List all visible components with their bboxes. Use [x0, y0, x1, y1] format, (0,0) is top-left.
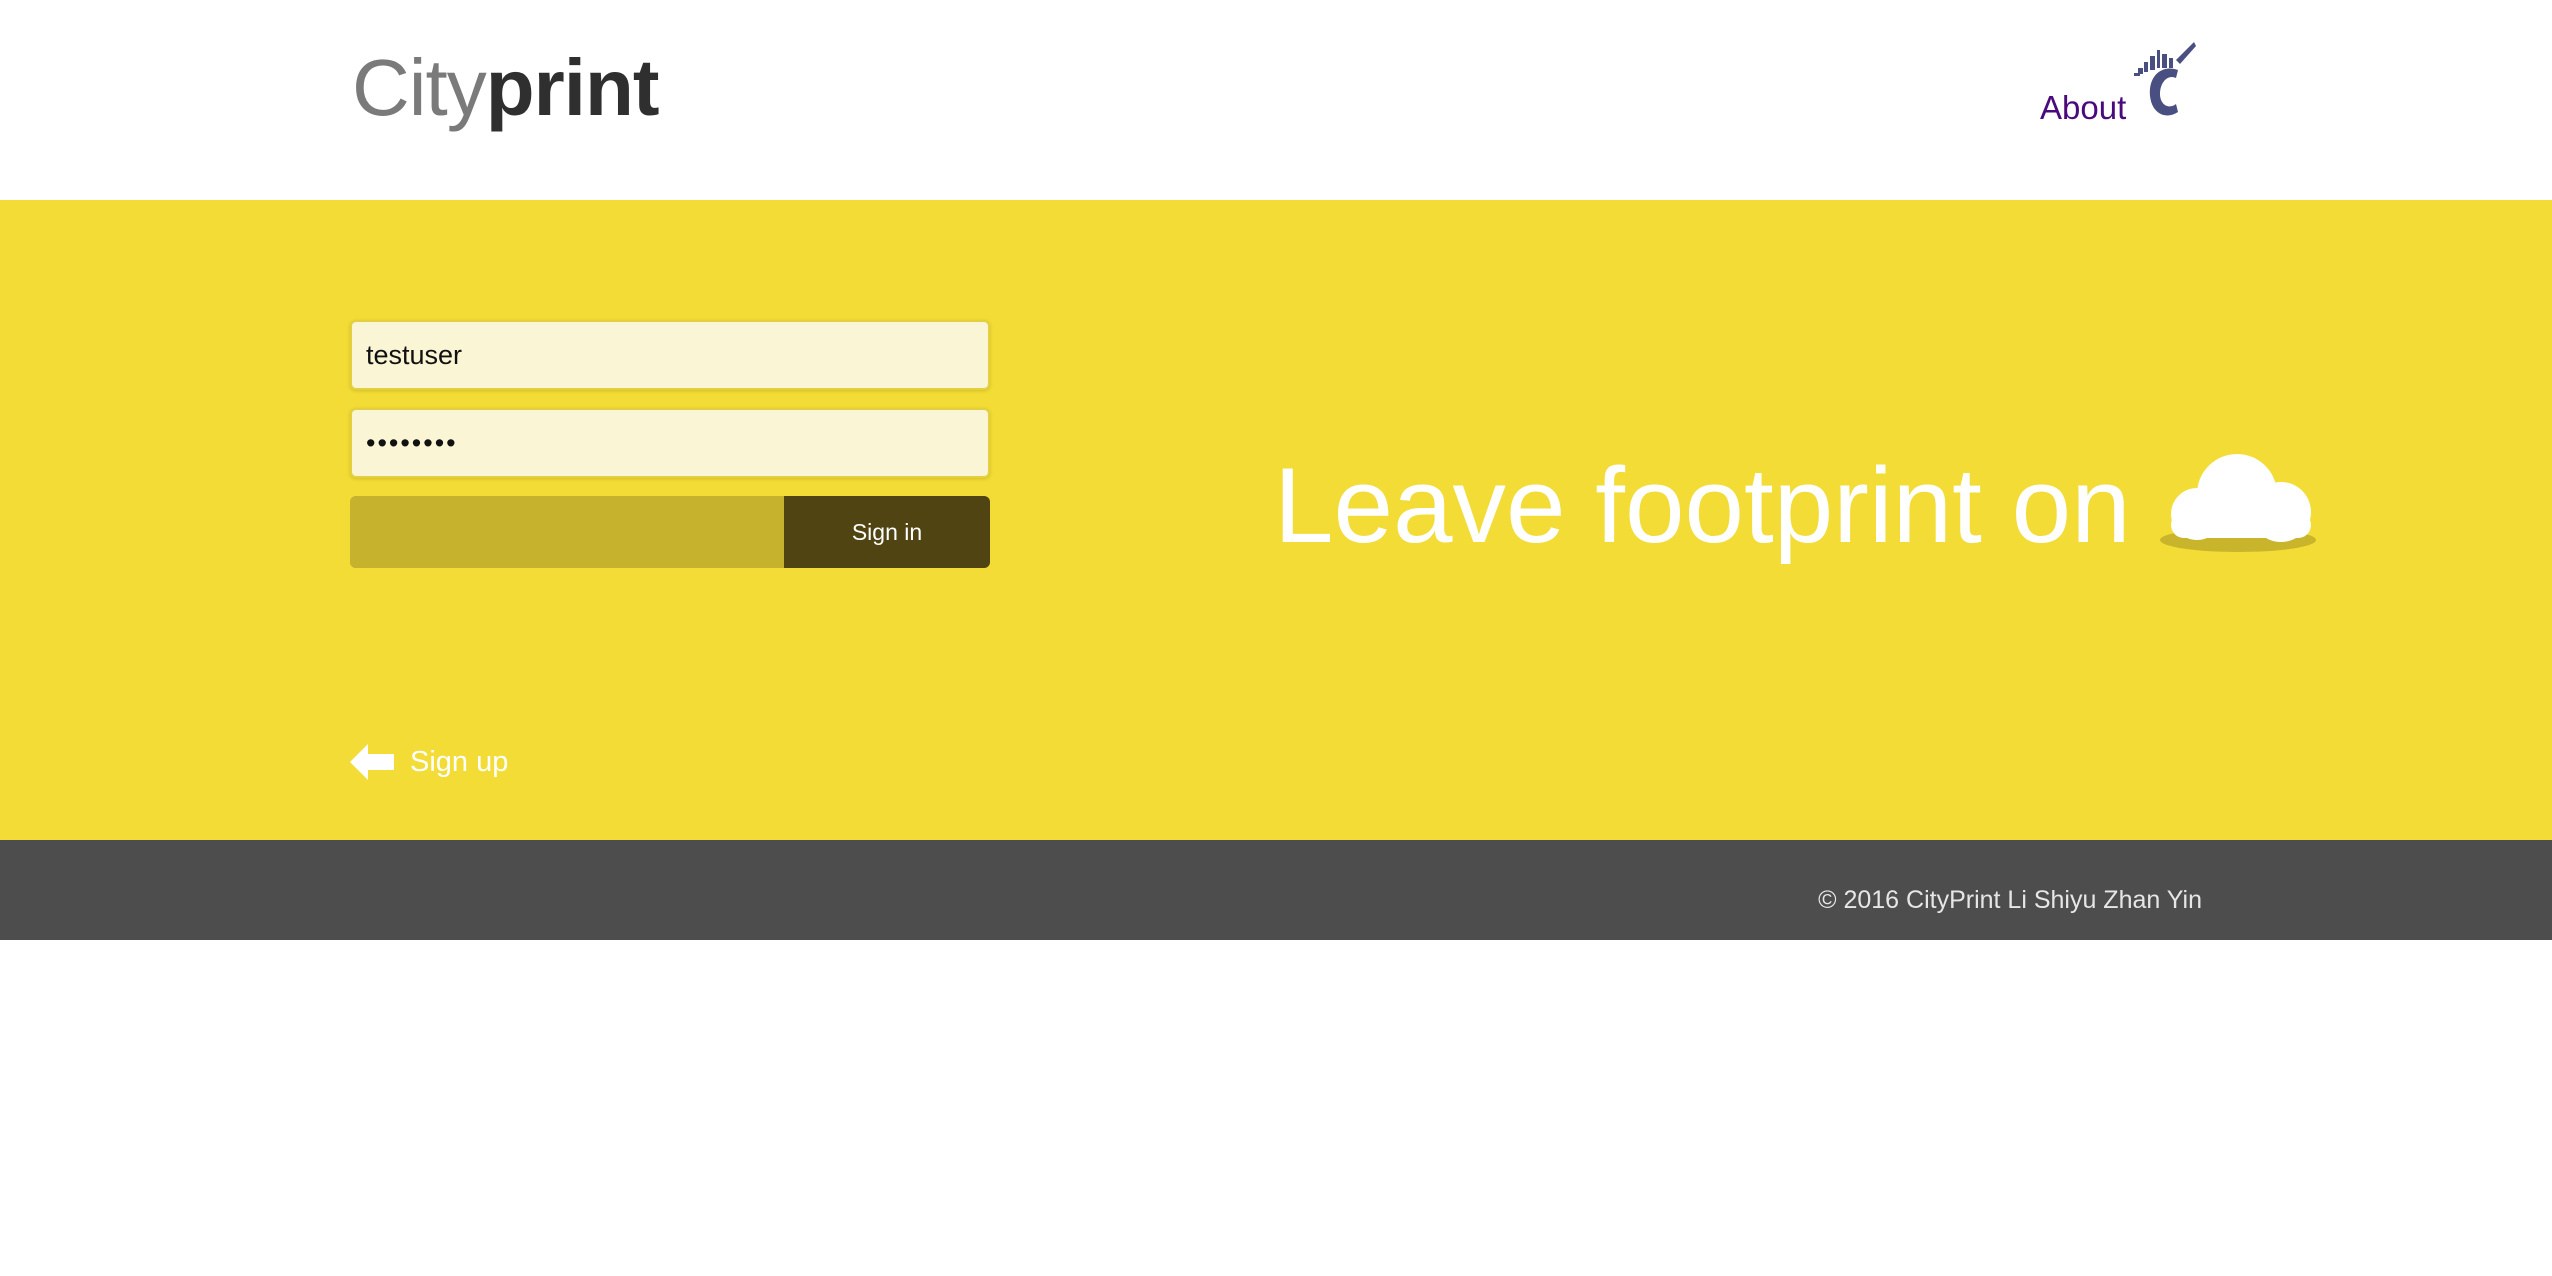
- username-input[interactable]: [350, 320, 990, 390]
- copyright-text: © 2016 CityPrint Li Shiyu Zhan Yin: [1818, 886, 2202, 914]
- site-footer: © 2016 CityPrint Li Shiyu Zhan Yin: [0, 840, 2552, 940]
- tagline-text: Leave footprint on: [1274, 445, 2131, 565]
- cityprint-c-skyline-icon[interactable]: [2132, 40, 2200, 124]
- logo-city-text: City: [352, 43, 487, 132]
- site-header: Cityprint About: [0, 0, 2552, 200]
- sign-in-bar-filler: [350, 496, 784, 568]
- sign-in-bar: Sign in: [350, 496, 990, 568]
- hero-tagline: Leave footprint on: [1274, 440, 2319, 570]
- arrow-left-icon: [350, 744, 394, 780]
- sign-up-link[interactable]: Sign up: [350, 740, 508, 784]
- about-link[interactable]: About: [2040, 88, 2126, 128]
- cityprint-logo[interactable]: Cityprint: [352, 40, 660, 136]
- sign-up-label: Sign up: [410, 745, 509, 778]
- password-input[interactable]: [350, 408, 990, 478]
- logo-print-text: print: [485, 43, 660, 132]
- cloud-icon: [2159, 454, 2316, 552]
- sign-in-button[interactable]: Sign in: [784, 496, 990, 568]
- hero-section: Sign in Sign up Leave footprint on: [0, 200, 2552, 840]
